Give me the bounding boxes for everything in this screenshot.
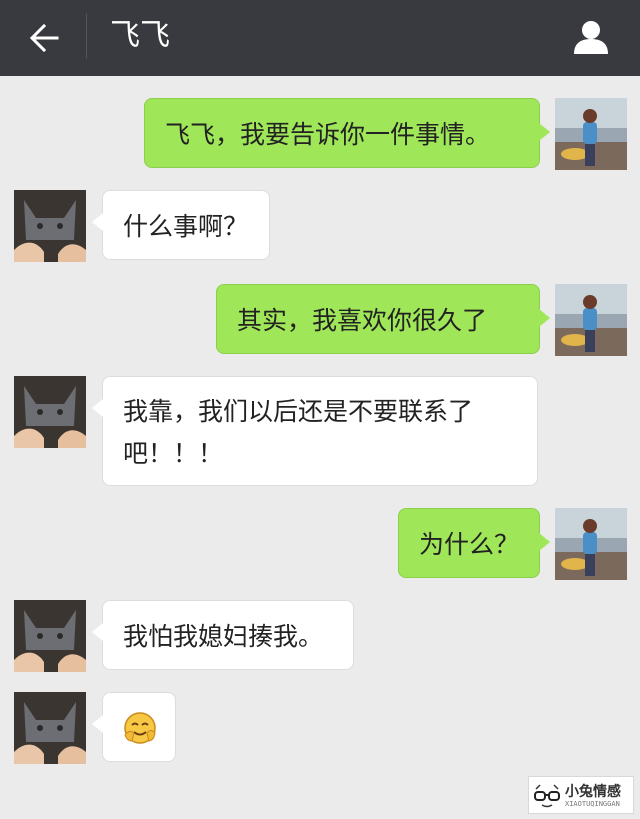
my-avatar[interactable] <box>555 284 627 356</box>
watermark-name: 小兔情感 <box>565 784 621 800</box>
friend-avatar[interactable] <box>14 376 86 448</box>
person-icon <box>574 21 608 54</box>
message-bubble-incoming[interactable]: 我靠，我们以后还是不要联系了吧！！！ <box>92 376 538 486</box>
friend-avatar[interactable] <box>14 600 86 672</box>
friend-avatar[interactable] <box>14 692 86 764</box>
message-text: 其实，我喜欢你很久了 <box>237 306 488 335</box>
message-text: 我怕我媳妇揍我。 <box>123 622 324 651</box>
back-button[interactable] <box>20 14 68 62</box>
message-text: 什么事啊？ <box>123 212 249 241</box>
message-bubble-incoming[interactable] <box>92 692 176 762</box>
glasses-logo-icon <box>534 784 560 808</box>
chat-title: 飞飞 <box>110 18 170 53</box>
friend-avatar[interactable] <box>14 190 86 262</box>
header-divider <box>86 14 87 58</box>
message-bubble-outgoing[interactable]: 飞飞，我要告诉你一件事情。 <box>144 98 550 168</box>
watermark-subtitle: XIAOTUQINGGAN <box>565 800 620 808</box>
my-avatar[interactable] <box>555 508 627 580</box>
arrow-left-icon <box>29 23 59 53</box>
message-text: 我靠，我们以后还是不要联系了吧！！！ <box>123 397 474 468</box>
message-bubble-outgoing[interactable]: 其实，我喜欢你很久了 <box>216 284 550 354</box>
chat-header: 飞飞 <box>0 0 640 76</box>
message-text: 飞飞，我要告诉你一件事情。 <box>165 120 491 149</box>
my-avatar[interactable] <box>555 98 627 170</box>
chat-info-button[interactable] <box>566 12 616 62</box>
hug-emoji-icon <box>124 712 156 744</box>
message-bubble-incoming[interactable]: 什么事啊？ <box>92 190 270 260</box>
watermark-logo: 小兔情感 XIAOTUQINGGAN <box>528 776 634 814</box>
message-text: 为什么？ <box>419 530 520 559</box>
message-bubble-outgoing[interactable]: 为什么？ <box>398 508 550 578</box>
message-bubble-incoming[interactable]: 我怕我媳妇揍我。 <box>92 600 354 670</box>
